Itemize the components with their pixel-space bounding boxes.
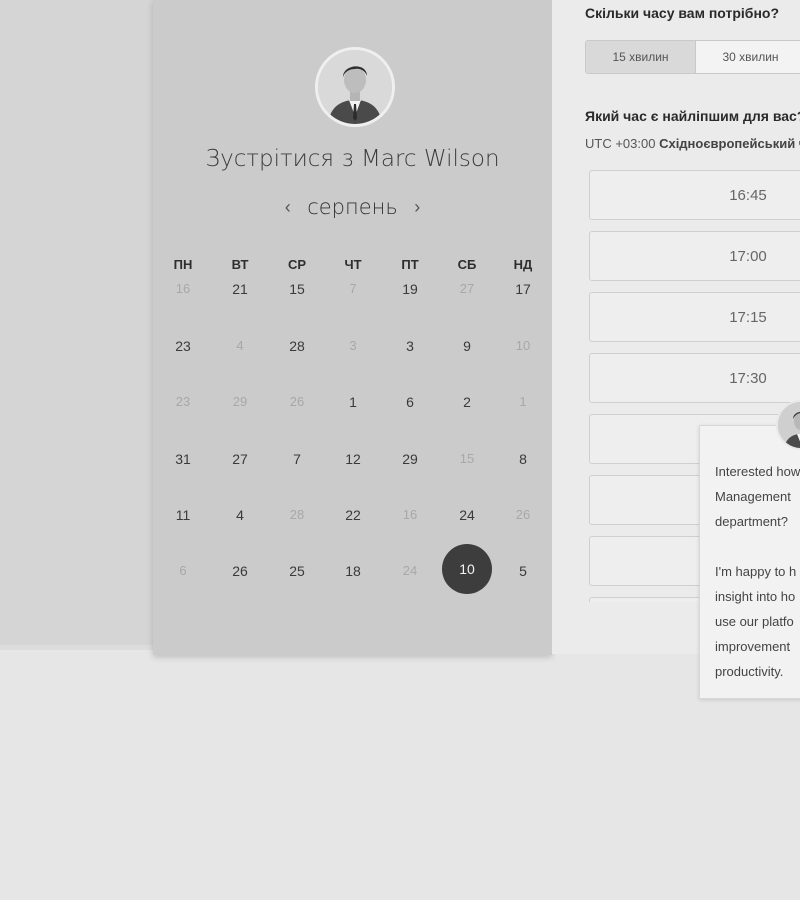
time-slot[interactable]: 17:15 xyxy=(589,292,800,342)
calendar-day: 15 xyxy=(459,451,475,466)
chat-line: I'm happy to h xyxy=(715,564,797,579)
calendar-day[interactable]: 24 xyxy=(447,503,487,527)
calendar-day[interactable]: 28 xyxy=(277,334,317,358)
left-panel xyxy=(0,0,153,645)
calendar-day[interactable]: 9 xyxy=(447,334,487,358)
time-slot[interactable]: 17:00 xyxy=(589,231,800,281)
duration-option-30[interactable]: 30 хвилин xyxy=(696,41,800,73)
calendar-day[interactable]: 31 xyxy=(163,447,203,471)
calendar-day[interactable]: 6 xyxy=(390,390,430,414)
calendar-day: 16 xyxy=(175,281,191,296)
person-icon xyxy=(778,402,800,448)
calendar-day: 10 xyxy=(515,338,531,353)
calendar-day: 7 xyxy=(349,281,357,296)
timezone-name: Східноєвропейський час xyxy=(659,136,800,151)
calendar-day: 29 xyxy=(232,394,248,409)
calendar-card: Зустрітися з Marc Wilson ‹ серпень › ПН … xyxy=(153,0,552,655)
calendar-day[interactable]: 15 xyxy=(277,277,317,301)
timezone-label: UTC +03:00 Східноєвропейський час xyxy=(585,136,800,151)
host-avatar xyxy=(315,47,395,127)
weekday-label: ВТ xyxy=(231,257,249,272)
time-slot-label: 16:45 xyxy=(729,187,767,204)
duration-question: Скільки часу вам потрібно? xyxy=(585,5,780,21)
calendar-day: 1 xyxy=(519,394,527,409)
chat-popup[interactable]: Interested how Management department? I'… xyxy=(699,425,800,699)
chat-line: Management xyxy=(715,489,791,504)
meeting-title: Зустрітися з Marc Wilson xyxy=(153,146,552,172)
calendar-day[interactable]: 22 xyxy=(333,503,373,527)
calendar-day: 6 xyxy=(179,563,187,578)
calendar-day[interactable]: 3 xyxy=(390,334,430,358)
calendar-day[interactable]: 26 xyxy=(220,559,260,583)
time-slot[interactable]: 17:30 xyxy=(589,353,800,403)
chat-message: Interested how Management department? I'… xyxy=(715,459,800,684)
calendar-day[interactable]: 12 xyxy=(333,447,373,471)
month-navigator: ‹ серпень › xyxy=(153,195,552,219)
time-question: Який час є найліпшим для вас? xyxy=(585,108,800,124)
calendar-day[interactable]: 18 xyxy=(333,559,373,583)
chat-line: department? xyxy=(715,514,788,529)
calendar-day[interactable]: 1 xyxy=(333,390,373,414)
chat-line: improvement xyxy=(715,639,791,654)
person-icon xyxy=(318,50,392,124)
title-prefix: Зустрітися з xyxy=(205,146,354,172)
chat-line: use our platfo xyxy=(715,614,794,629)
timezone-offset: UTC +03:00 xyxy=(585,136,656,151)
calendar-day[interactable]: 5 xyxy=(503,559,543,583)
weekday-label: СБ xyxy=(457,257,477,272)
weekday-label: НД xyxy=(513,257,533,272)
host-name: Marc Wilson xyxy=(361,146,500,172)
calendar-day[interactable]: 7 xyxy=(277,447,317,471)
calendar-day: 23 xyxy=(175,394,191,409)
calendar-day[interactable]: 2 xyxy=(447,390,487,414)
time-slot-label: 17:30 xyxy=(729,370,767,387)
weekday-label: ПТ xyxy=(401,257,419,272)
chevron-right-icon[interactable]: › xyxy=(402,197,432,218)
calendar-day-selected[interactable]: 10 xyxy=(442,544,492,594)
chat-line: insight into ho xyxy=(715,589,796,604)
weekday-label: СР xyxy=(287,257,307,272)
time-slot-label: 17:15 xyxy=(729,309,767,326)
calendar-day[interactable]: 11 xyxy=(163,503,203,527)
chat-line: Interested how xyxy=(715,464,800,479)
chevron-left-icon[interactable]: ‹ xyxy=(273,197,303,218)
weekday-label: ПН xyxy=(173,257,193,272)
calendar-day[interactable]: 19 xyxy=(390,277,430,301)
weekday-header: ПН ВТ СР ЧТ ПТ СБ НД xyxy=(153,257,552,275)
time-slot-label: 17:00 xyxy=(729,248,767,265)
duration-option-15[interactable]: 15 хвилин xyxy=(586,41,696,73)
weekday-label: ЧТ xyxy=(344,257,362,272)
calendar-day: 27 xyxy=(459,281,475,296)
calendar-day[interactable]: 27 xyxy=(220,447,260,471)
calendar-day: 24 xyxy=(402,563,418,578)
calendar-day: 3 xyxy=(349,338,357,353)
calendar-day: 28 xyxy=(289,507,305,522)
calendar-day[interactable]: 29 xyxy=(390,447,430,471)
calendar-day[interactable]: 21 xyxy=(220,277,260,301)
calendar-day[interactable]: 8 xyxy=(503,447,543,471)
calendar-day: 26 xyxy=(289,394,305,409)
month-label: серпень xyxy=(307,195,398,219)
time-slot[interactable]: 16:45 xyxy=(589,170,800,220)
chat-line xyxy=(715,534,800,559)
calendar-day: 4 xyxy=(236,338,244,353)
calendar-day: 26 xyxy=(515,507,531,522)
calendar-day[interactable]: 25 xyxy=(277,559,317,583)
chat-line: productivity. xyxy=(715,664,784,679)
calendar-day: 16 xyxy=(402,507,418,522)
duration-selector: 15 хвилин 30 хвилин xyxy=(585,40,800,74)
calendar-day[interactable]: 23 xyxy=(163,334,203,358)
calendar-day[interactable]: 4 xyxy=(220,503,260,527)
calendar-day[interactable]: 17 xyxy=(503,277,543,301)
